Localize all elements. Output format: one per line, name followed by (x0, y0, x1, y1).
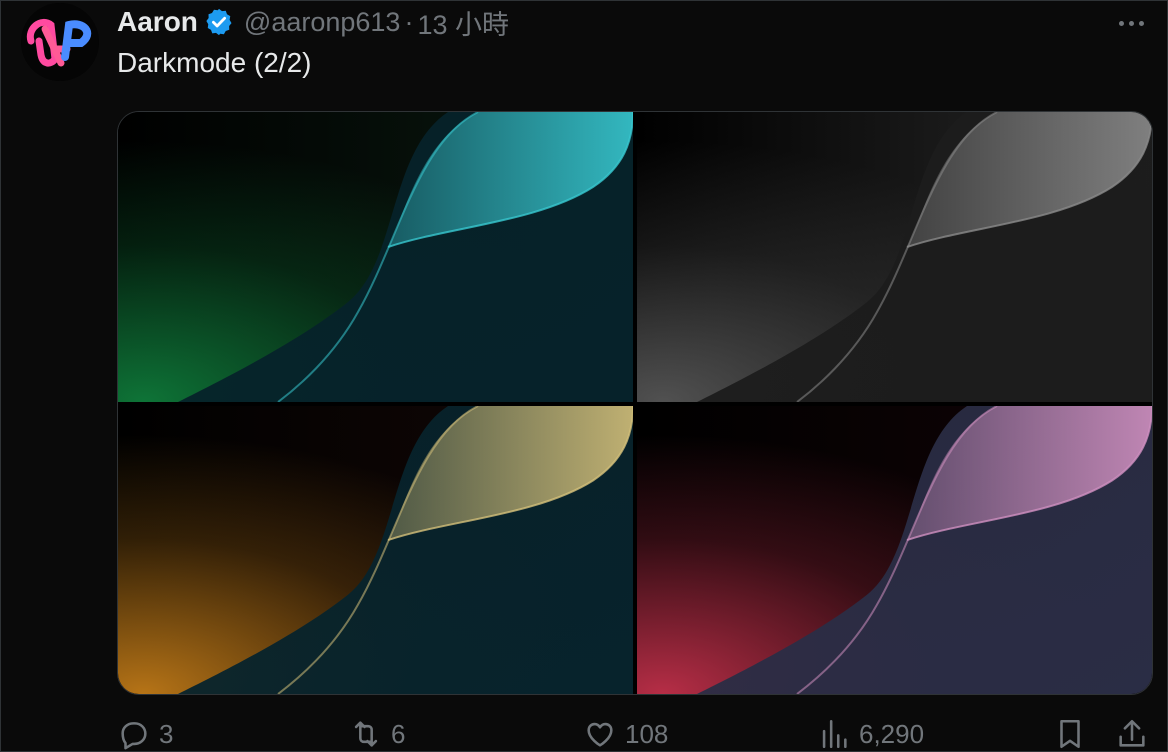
author-handle[interactable]: @aaronp613 (244, 7, 401, 38)
media-grid (117, 111, 1153, 695)
share-icon (1119, 719, 1145, 747)
like-count: 108 (625, 718, 669, 749)
media-image-gray[interactable] (637, 112, 1152, 402)
retweet-icon (354, 721, 378, 747)
views-button[interactable]: 6,290 (817, 717, 924, 751)
retweet-count: 6 (391, 718, 406, 749)
media-image-amber[interactable] (118, 406, 633, 694)
views-icon (822, 719, 847, 749)
tweet-text: Darkmode (2/2) (117, 47, 312, 78)
reply-count: 3 (159, 718, 174, 749)
reply-icon (121, 722, 147, 750)
action-bar: 3 6 108 6,290 (117, 717, 1157, 751)
media-image-green[interactable] (118, 112, 633, 402)
bookmark-icon (1060, 719, 1080, 749)
media-image-rose[interactable] (637, 406, 1152, 694)
retweet-button[interactable]: 6 (349, 717, 405, 751)
like-button[interactable]: 108 (583, 717, 668, 751)
separator-dot: · (404, 6, 414, 37)
views-count: 6,290 (859, 718, 925, 749)
more-options-icon[interactable] (1113, 11, 1149, 35)
heart-icon (587, 722, 613, 747)
tweet-header: Aaron @aaronp613 · 13 小時 (117, 3, 509, 42)
avatar[interactable] (21, 3, 99, 81)
timestamp[interactable]: 13 小時 (417, 3, 509, 42)
tweet-card[interactable]: Aaron @aaronp613 · 13 小時 Darkmode (2/2) (0, 0, 1168, 752)
author-name[interactable]: Aaron (117, 6, 198, 38)
verified-badge-icon[interactable] (204, 7, 234, 37)
reply-button[interactable]: 3 (117, 717, 173, 751)
bookmark-button[interactable] (1053, 717, 1087, 751)
share-button[interactable] (1115, 717, 1149, 751)
